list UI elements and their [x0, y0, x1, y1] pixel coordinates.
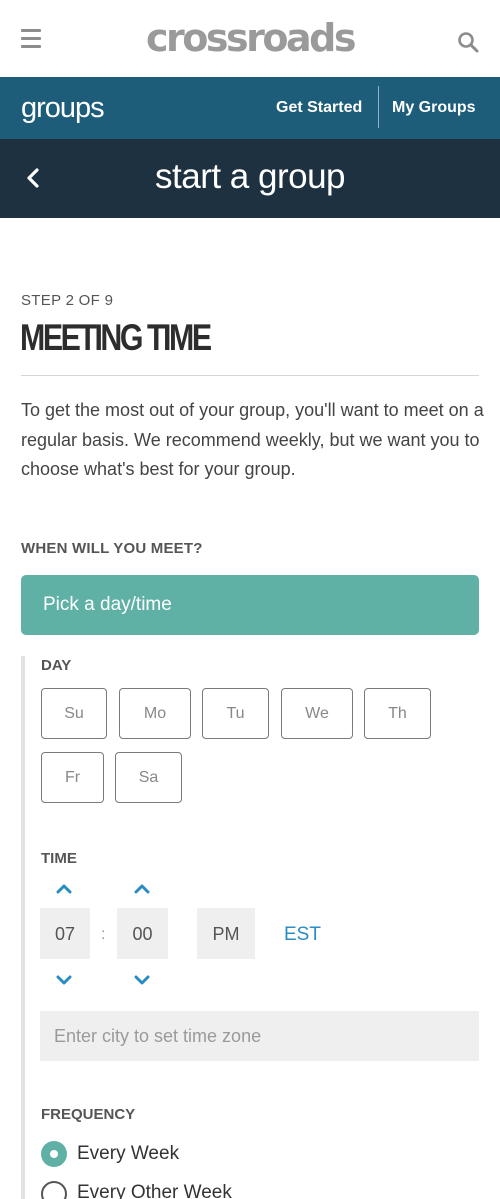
city-timezone-input[interactable] [40, 1011, 479, 1061]
divider [21, 375, 479, 376]
section-heading: MEETING TIME [20, 317, 212, 358]
am-pm-toggle[interactable]: PM [197, 908, 255, 959]
section-indent-line [21, 656, 25, 1199]
my-groups-link[interactable]: My Groups [392, 99, 476, 117]
day-option-fr[interactable]: Fr [41, 752, 104, 803]
minute-input[interactable]: 00 [117, 908, 168, 959]
page-title-bar: start a group [0, 139, 500, 218]
time-separator: : [101, 926, 106, 943]
get-started-link[interactable]: Get Started [276, 99, 362, 117]
when-label: WHEN WILL YOU MEET? [21, 540, 203, 557]
every-week-label[interactable]: Every Week [77, 1143, 179, 1165]
top-header: crossroads [0, 0, 500, 77]
every-other-week-radio[interactable] [41, 1181, 67, 1199]
page-title: start a group [155, 157, 346, 196]
every-other-week-label[interactable]: Every Other Week [77, 1182, 232, 1199]
timezone-link[interactable]: EST [284, 924, 321, 946]
day-label: DAY [41, 657, 72, 674]
day-option-we[interactable]: We [281, 688, 353, 739]
intro-text: To get the most out of your group, you'l… [21, 400, 484, 479]
groups-brand[interactable]: groups [21, 92, 105, 125]
hour-down-chevron-icon[interactable] [54, 973, 74, 987]
day-option-sa[interactable]: Sa [115, 752, 182, 803]
frequency-label: FREQUENCY [41, 1106, 136, 1123]
day-option-tu[interactable]: Tu [202, 688, 269, 739]
day-option-mo[interactable]: Mo [119, 688, 191, 739]
minute-down-chevron-icon[interactable] [132, 973, 152, 987]
every-week-radio[interactable] [41, 1141, 67, 1167]
pick-day-time-button[interactable]: Pick a day/time [21, 575, 479, 635]
step-indicator: STEP 2 OF 9 [21, 292, 114, 309]
day-option-su[interactable]: Su [41, 688, 107, 739]
nav-divider [378, 86, 379, 128]
minute-up-chevron-icon[interactable] [132, 881, 152, 895]
hour-input[interactable]: 07 [40, 908, 90, 959]
search-icon[interactable] [456, 30, 480, 54]
day-option-th[interactable]: Th [364, 688, 431, 739]
groups-nav: groups Get Started My Groups [0, 77, 500, 139]
hour-up-chevron-icon[interactable] [54, 881, 74, 895]
time-label: TIME [41, 850, 77, 867]
crossroads-logo[interactable]: crossroads [0, 16, 500, 60]
